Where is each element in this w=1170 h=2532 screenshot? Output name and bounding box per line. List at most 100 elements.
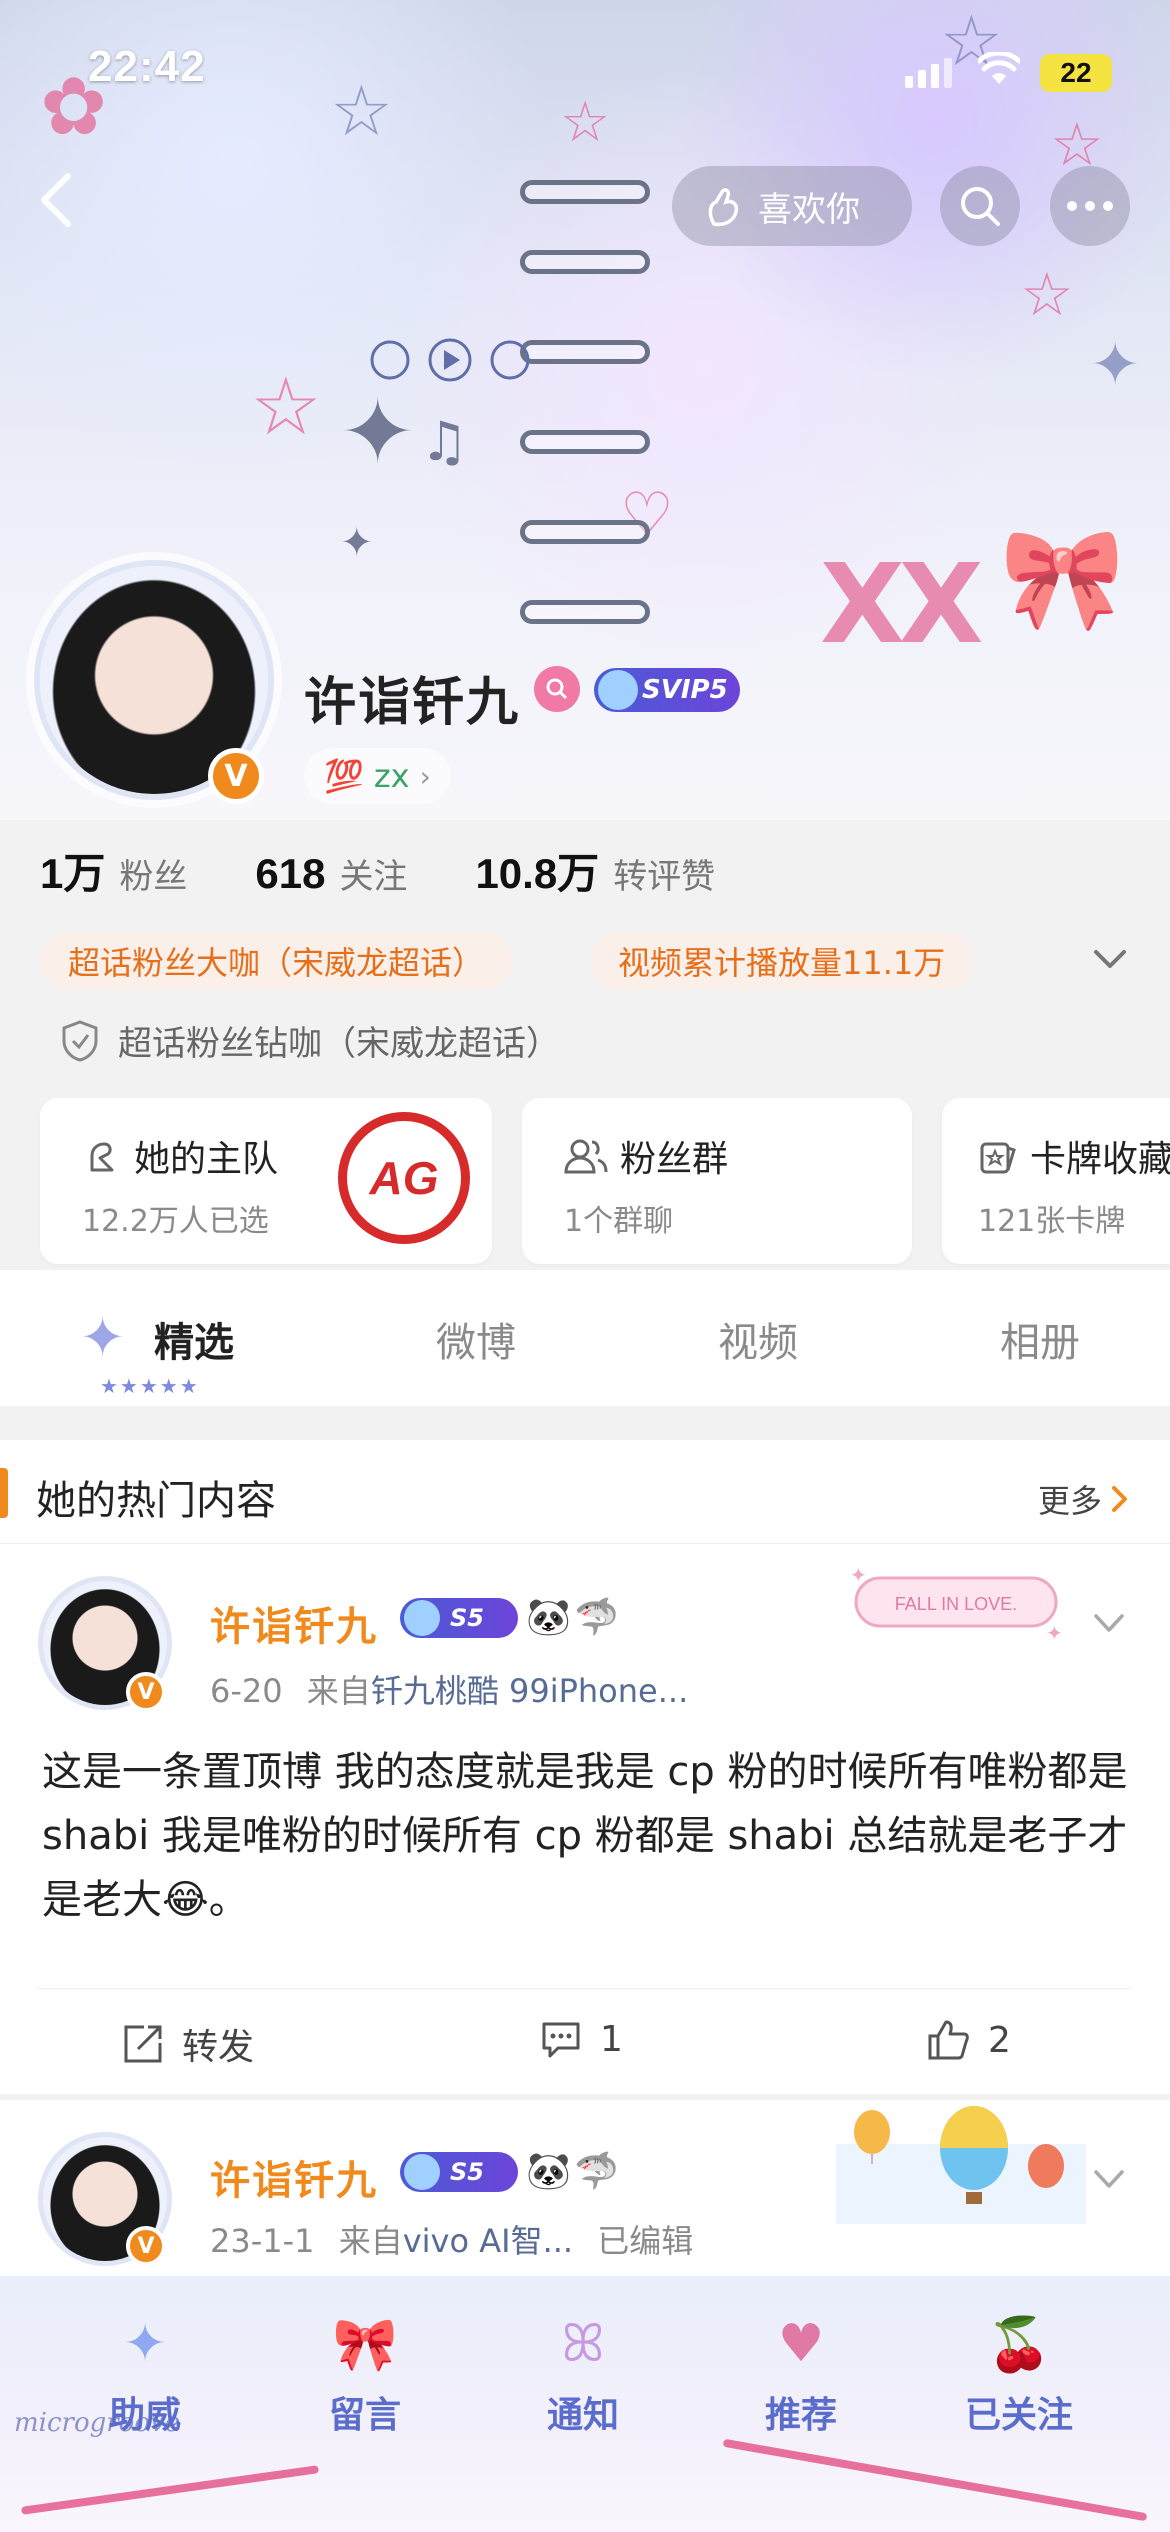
star-decor-icon: ✦ (340, 380, 416, 485)
recommend-label: 推荐 (764, 2395, 837, 2436)
team-card[interactable]: 她的主队 12.2万人已选 AG (40, 1098, 492, 1264)
level-badge[interactable]: S5 (400, 2152, 518, 2192)
profile-name: 许诣钎九 (304, 673, 521, 733)
honor-badge[interactable]: 超话粉丝大咖（宋威龙超话） (40, 932, 513, 990)
hot-content-header: 她的热门内容 更多 (0, 1440, 1170, 1544)
svg-text:✦: ✦ (1046, 1621, 1063, 1644)
following-label[interactable]: 关注 (339, 849, 407, 898)
bow-icon: 🎀 (332, 2314, 398, 2375)
ag-team-logo: AG (338, 1112, 470, 1244)
sparkle-decor-icon: ✦ (1090, 330, 1141, 400)
verified-badge-icon: V (126, 2226, 166, 2266)
fan-group-sub: 1个群聊 (564, 1204, 674, 1239)
hot-air-balloon-sticker (836, 2106, 1086, 2224)
binder-ring (520, 430, 650, 454)
wifi-icon (978, 52, 1020, 84)
tab-album[interactable]: 相册 (1000, 1310, 1080, 1368)
post-meta: 23-1-1 来自vivo AI智... 已编辑 (210, 2216, 693, 2262)
post-actions: 转发 1 2 (0, 1990, 1170, 2090)
post-card[interactable]: V 许诣钎九 S5 🐼 🦈 23-1-1 来自vivo AI智... 已编辑 (0, 2100, 1170, 2280)
honor-secondary-label: 超话粉丝钻咖（宋威龙超话） (118, 1024, 560, 1064)
profile-stats: 1万 粉丝 618 关注 10.8万 转评赞 (40, 840, 715, 901)
fan-group-card[interactable]: 粉丝群 1个群聊 (522, 1098, 912, 1264)
svip-badge[interactable]: SVIP5 (594, 668, 740, 712)
comment-button[interactable]: 1 (540, 2018, 623, 2060)
post-source[interactable]: 钎九桃酷 99iPhone... (371, 1672, 688, 1710)
tab-active-indicator: ★★★★★ (100, 1374, 200, 1398)
message-button[interactable]: 🎀 留言 (290, 2296, 440, 2438)
post-author[interactable]: 许诣钎九 (210, 1594, 378, 1652)
notify-button[interactable]: ꕤ 通知 (508, 2296, 658, 2438)
section-accent-bar (0, 1468, 8, 1518)
card-collection-card[interactable]: 卡牌收藏 121张卡牌 (942, 1098, 1170, 1264)
followers-label[interactable]: 粉丝 (119, 849, 187, 898)
team-card-title: 她的主队 (134, 1139, 279, 1180)
engagement-label[interactable]: 转评赞 (613, 849, 715, 898)
post-body: 这是一条置顶博 我的态度就是我是 cp 粉的时候所有唯粉都是 shabi 我是唯… (42, 1749, 1128, 1923)
fall-in-love-sticker: FALL IN LOVE. ✦ ✦ (836, 1560, 1076, 1645)
bottom-action-bar: microgroove ✦ 助威 🎀 留言 ꕤ 通知 ♥ 推荐 🍒 已关注 (0, 2276, 1170, 2532)
cheer-icon: ✦ (123, 2314, 167, 2374)
shark-icon: 🦈 (574, 2151, 619, 2192)
repost-button[interactable]: 转发 (122, 2018, 254, 2070)
super-topic-icon[interactable] (534, 666, 580, 712)
more-link[interactable]: 更多 (1038, 1476, 1130, 1522)
comment-count: 1 (600, 2018, 623, 2060)
finger-heart-icon (708, 188, 739, 227)
cheer-label: 助威 (108, 2395, 181, 2436)
honor-secondary[interactable]: 超话粉丝钻咖（宋威龙超话） (60, 1016, 560, 1065)
post-source[interactable]: vivo AI智... (403, 2222, 573, 2260)
level-badge[interactable]: S5 (400, 1598, 518, 1638)
tab-weibo[interactable]: 微博 (436, 1310, 516, 1368)
followed-button[interactable]: 🍒 已关注 (944, 2296, 1094, 2438)
cheer-button[interactable]: ✦ 助威 (70, 2296, 220, 2438)
heart-icon: ♥ (777, 2314, 825, 2374)
repost-icon (124, 2025, 162, 2063)
shield-icon (62, 1019, 98, 1062)
honor-badge[interactable]: 视频累计播放量11.1万 (590, 932, 974, 990)
panda-icon: 🐼 (526, 2151, 571, 2192)
bow-decor-icon: 🎀 (1000, 520, 1125, 637)
search-button[interactable] (940, 166, 1020, 246)
followed-label: 已关注 (964, 2395, 1073, 2436)
like-button[interactable]: 2 (926, 2018, 1011, 2062)
svg-text:✦: ✦ (850, 1563, 867, 1587)
chevron-down-icon[interactable] (1092, 2162, 1126, 2196)
edited-label: 已编辑 (597, 2222, 694, 2260)
sparkle-decor-icon: ✦ (340, 520, 374, 566)
star-decor-icon: ☆ (250, 360, 322, 453)
profile-tag[interactable]: 💯 zx › (304, 748, 451, 804)
post-author[interactable]: 许诣钎九 (210, 2148, 378, 2206)
chevron-right-icon: › (419, 759, 431, 793)
like-you-button[interactable]: 喜欢你 (672, 166, 912, 246)
engagement-count[interactable]: 10.8万 (475, 840, 599, 901)
search-icon (961, 187, 1000, 226)
binder-ring (520, 520, 650, 544)
tab-featured[interactable]: 精选 (154, 1310, 234, 1368)
divider (38, 1988, 1130, 1989)
group-icon (564, 1139, 608, 1174)
recommend-button[interactable]: ♥ 推荐 (726, 2296, 876, 2438)
message-label: 留言 (328, 2395, 401, 2436)
following-count[interactable]: 618 (255, 850, 325, 898)
post-meta: 6-20 来自钎九桃酷 99iPhone... (210, 1666, 688, 1712)
back-button[interactable] (32, 170, 82, 230)
cellular-signal-icon (905, 58, 952, 88)
binder-ring (520, 250, 650, 274)
like-you-label: 喜欢你 (758, 189, 860, 230)
status-bar: 22:42 22 (0, 0, 1170, 140)
team-icon (90, 1142, 114, 1172)
chevron-down-icon[interactable] (1090, 944, 1130, 974)
post-source-prefix: 来自 (338, 2222, 403, 2260)
chevron-down-icon[interactable] (1092, 1606, 1126, 1640)
card-collection-title: 卡牌收藏 (1030, 1139, 1170, 1180)
tab-video[interactable]: 视频 (718, 1310, 798, 1368)
binder-ring (520, 600, 650, 624)
more-options-button[interactable] (1050, 166, 1130, 246)
ribbon-decor (20, 2465, 320, 2515)
battery-indicator: 22 (1040, 54, 1112, 92)
ribbon-decor (722, 2438, 1148, 2522)
media-controls-decor (370, 338, 530, 382)
followers-count[interactable]: 1万 (40, 840, 105, 901)
post-card[interactable]: V 许诣钎九 S5 🐼 🦈 6-20 来自钎九桃酷 99iPhone... FA… (0, 1544, 1170, 2094)
